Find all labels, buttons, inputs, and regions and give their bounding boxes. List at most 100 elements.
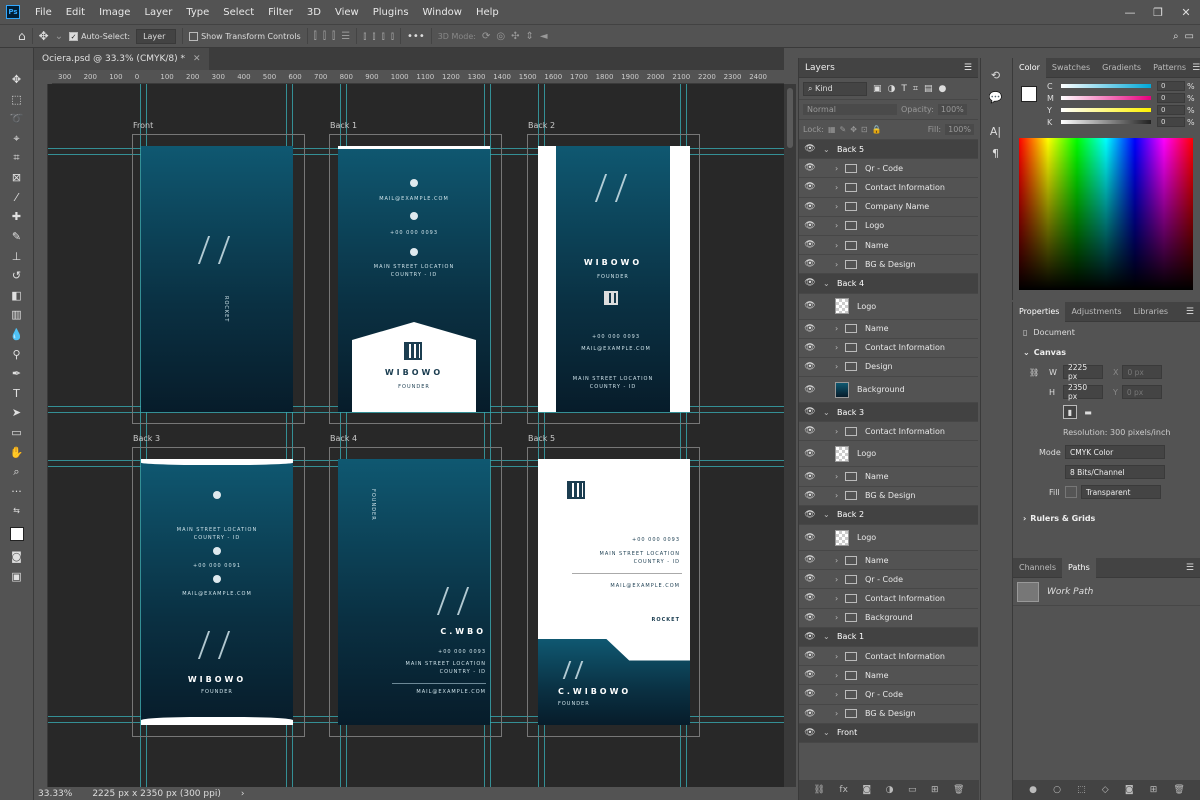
layer-row[interactable]: 👁 › Name	[799, 467, 978, 487]
layer-row[interactable]: 👁 › BG & Design	[799, 486, 978, 506]
chevron-right-icon[interactable]: ›	[241, 789, 245, 799]
align-right-icon[interactable]: ⫿	[332, 31, 335, 42]
cyan-value[interactable]: 0	[1157, 81, 1185, 91]
canvas-scrollbar-vertical[interactable]	[784, 84, 796, 787]
close-tab-icon[interactable]: ✕	[193, 54, 201, 64]
chevron-down-icon[interactable]: ⌄	[823, 632, 833, 641]
tab-libraries[interactable]: Libraries	[1128, 302, 1175, 322]
layer-row[interactable]: 👁 › Company Name	[799, 197, 978, 217]
layer-row[interactable]: 👁 › Contact Information	[799, 338, 978, 358]
panel-menu-icon[interactable]: ☰	[964, 63, 972, 73]
comments-icon[interactable]: 💬	[981, 86, 1010, 108]
tab-swatches[interactable]: Swatches	[1046, 58, 1096, 78]
visibility-eye-icon[interactable]: 👁	[799, 491, 821, 501]
character-panel-icon[interactable]: A|	[981, 120, 1010, 142]
chevron-right-icon[interactable]: ›	[835, 690, 845, 699]
fill-swatch[interactable]	[1065, 486, 1077, 498]
visibility-eye-icon[interactable]: 👁	[799, 324, 821, 334]
chevron-right-icon[interactable]: ›	[835, 652, 845, 661]
layers-tab[interactable]: Layers	[805, 63, 835, 73]
layer-row[interactable]: 👁 › BG & Design	[799, 704, 978, 724]
3d-drag-icon[interactable]: ✣	[511, 31, 519, 42]
align-center-icon[interactable]: ⫿	[323, 31, 326, 42]
3d-slide-icon[interactable]: ⇕	[526, 31, 534, 42]
menu-edit[interactable]: Edit	[59, 7, 92, 18]
tab-gradients[interactable]: Gradients	[1096, 58, 1147, 78]
visibility-eye-icon[interactable]: 👁	[799, 574, 821, 584]
fill-field[interactable]: 100%	[945, 124, 974, 135]
transform-controls-checkbox[interactable]: Show Transform Controls	[189, 31, 301, 41]
history-brush-tool-icon[interactable]: ↺	[0, 266, 33, 286]
eraser-tool-icon[interactable]: ◧	[0, 286, 33, 306]
layer-row[interactable]: 👁 › Contact Information	[799, 646, 978, 667]
auto-select-dropdown[interactable]: Layer	[136, 28, 177, 44]
type-tool-icon[interactable]: T	[0, 384, 33, 404]
hand-tool-icon[interactable]: ✋	[0, 442, 33, 462]
align-bottom-icon[interactable]: ⫾	[382, 31, 385, 42]
menu-image[interactable]: Image	[92, 7, 137, 18]
vertical-ruler[interactable]	[34, 84, 48, 787]
crop-tool-icon[interactable]: ⌗	[0, 148, 33, 168]
visibility-eye-icon[interactable]: 👁	[799, 651, 821, 661]
filter-adjustment-icon[interactable]: ◑	[888, 84, 896, 94]
menu-filter[interactable]: Filter	[261, 7, 300, 18]
visibility-eye-icon[interactable]: 👁	[799, 472, 821, 482]
tab-channels[interactable]: Channels	[1013, 558, 1062, 578]
screen-mode-icon[interactable]: ▣	[0, 566, 33, 586]
layer-row[interactable]: 👁 › Background	[799, 608, 978, 628]
layer-row[interactable]: 👁 › Qr - Code	[799, 685, 978, 705]
visibility-eye-icon[interactable]: 👁	[799, 593, 821, 603]
visibility-eye-icon[interactable]: 👁	[799, 202, 821, 212]
frame-tool-icon[interactable]: ⊠	[0, 168, 33, 188]
menu-select[interactable]: Select	[216, 7, 261, 18]
chevron-right-icon[interactable]: ›	[835, 202, 845, 211]
visibility-eye-icon[interactable]: 👁	[799, 449, 821, 459]
visibility-eye-icon[interactable]: 👁	[799, 533, 821, 543]
add-mask-icon[interactable]: ◙	[862, 785, 871, 795]
menu-view[interactable]: View	[328, 7, 366, 18]
layer-group-row[interactable]: 👁 ⌄ Back 2	[799, 505, 978, 525]
lock-pixels-icon[interactable]: ▦	[828, 125, 836, 134]
visibility-eye-icon[interactable]: 👁	[799, 385, 821, 395]
layer-row[interactable]: 👁 › Name	[799, 551, 978, 571]
layer-row[interactable]: 👁 › Contact Information	[799, 589, 978, 609]
menu-type[interactable]: Type	[179, 7, 216, 18]
chevron-right-icon[interactable]: ›	[835, 164, 845, 173]
rectangle-tool-icon[interactable]: ▭	[0, 423, 33, 443]
magenta-slider[interactable]: M 0%	[1047, 92, 1200, 104]
visibility-eye-icon[interactable]: 👁	[799, 362, 821, 372]
layer-row[interactable]: 👁 Logo	[799, 441, 978, 468]
more-options-icon[interactable]: •••	[407, 31, 425, 42]
layer-group-row[interactable]: 👁 ⌄ Back 5	[799, 140, 978, 160]
black-value[interactable]: 0	[1157, 117, 1185, 127]
make-path-icon[interactable]: ◇	[1102, 785, 1109, 795]
visibility-eye-icon[interactable]: 👁	[799, 709, 821, 719]
cyan-slider[interactable]: C 0%	[1047, 80, 1200, 92]
add-mask-icon[interactable]: ◙	[1125, 785, 1134, 795]
color-spectrum[interactable]	[1019, 138, 1193, 290]
chevron-right-icon[interactable]: ›	[835, 556, 845, 565]
stamp-tool-icon[interactable]: ⊥	[0, 246, 33, 266]
layer-group-row[interactable]: 👁 ⌄ Back 4	[799, 274, 978, 294]
blend-mode-dropdown[interactable]: Normal	[803, 104, 897, 115]
chevron-right-icon[interactable]: ›	[835, 324, 845, 333]
tab-color[interactable]: Color	[1013, 57, 1046, 78]
history-icon[interactable]: ⟲	[981, 64, 1010, 86]
workspace-icon[interactable]: ▭	[1185, 31, 1194, 42]
foreground-color-swatch[interactable]	[0, 521, 33, 547]
stroke-path-icon[interactable]: ○	[1053, 785, 1061, 795]
tab-adjustments[interactable]: Adjustments	[1065, 302, 1127, 322]
move-tool-icon[interactable]: ✥	[0, 70, 33, 90]
layer-row[interactable]: 👁 Logo	[799, 293, 978, 320]
filter-shape-icon[interactable]: ⌗	[913, 84, 918, 94]
layer-row[interactable]: 👁 › Name	[799, 319, 978, 339]
paragraph-panel-icon[interactable]: ¶	[981, 142, 1010, 164]
chevron-right-icon[interactable]: ›	[835, 183, 845, 192]
layer-group-row[interactable]: 👁 ⌄ Back 3	[799, 403, 978, 423]
auto-select-checkbox[interactable]: ✓ Auto-Select:	[69, 31, 130, 41]
zoom-tool-icon[interactable]: ⌕	[0, 462, 33, 482]
link-layers-icon[interactable]: ⛓	[813, 785, 824, 795]
x-field[interactable]: 0 px	[1122, 365, 1163, 379]
quick-select-tool-icon[interactable]: ⌖	[0, 129, 33, 149]
restore-icon[interactable]: ❐	[1144, 0, 1172, 24]
